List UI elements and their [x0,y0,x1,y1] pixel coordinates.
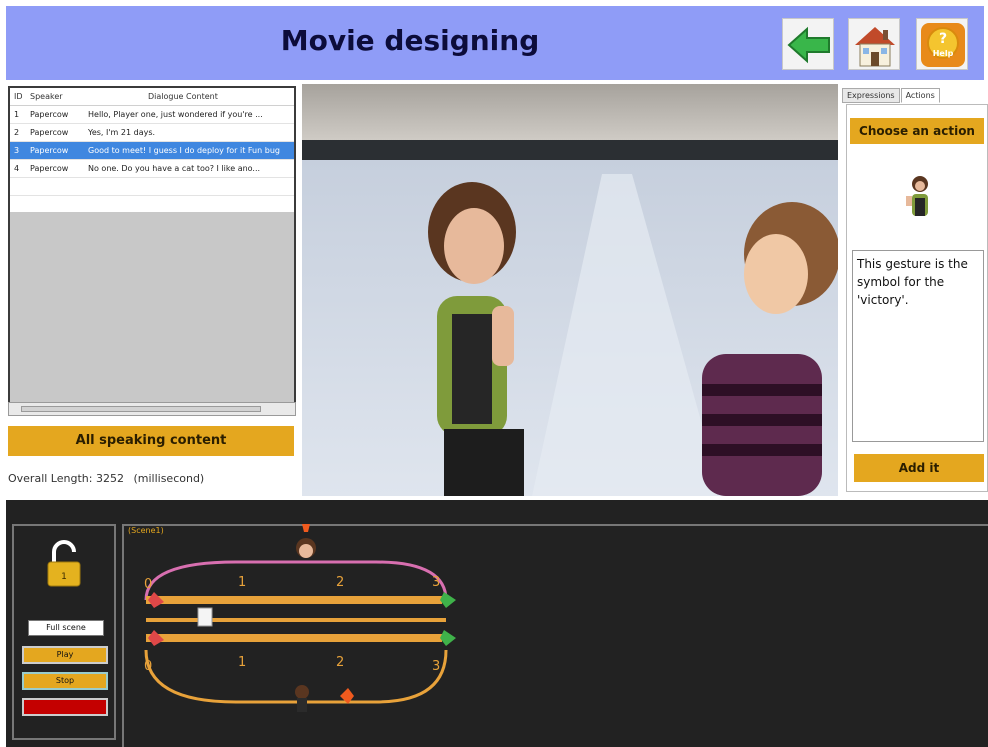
header-bar: Movie designing ? Help [6,6,984,80]
tick-label: 1 [238,575,246,590]
tick-label: 3 [432,575,440,590]
overall-length-readout: Overall Length: 3252 (millisecond) [8,472,204,485]
timeline-panel: 1 Full scene Play Stop (Scene1) 0 1 2 3 [6,500,988,747]
actions-panel: Expressions Actions Choose an action Thi… [842,84,988,496]
panel-tabs: Expressions Actions [842,88,941,103]
back-arrow-icon [787,26,830,64]
start-marker-icon[interactable] [148,630,164,646]
row-content: Hello, Player one, just wondered if you'… [88,110,263,119]
row-content: No one. Do you have a cat too? I like an… [88,164,261,173]
column-header-speaker[interactable]: Speaker [30,92,88,101]
end-marker-icon[interactable] [440,592,456,608]
clear-button[interactable] [22,698,108,716]
row-content: Good to meet! I guess I do deploy for it… [88,146,280,155]
overall-length-value: 3252 [95,472,124,485]
table-header: ID Speaker Dialogue Content [10,88,294,106]
lock-number: 1 [61,572,67,582]
column-header-content[interactable]: Dialogue Content [88,92,294,101]
table-empty-row [10,178,294,196]
row-id: 4 [14,164,20,173]
tick-label: 2 [336,655,344,670]
help-button[interactable]: ? Help [916,18,968,70]
girl-track-avatar-icon[interactable] [296,524,316,558]
scene-image [302,84,840,496]
all-speaking-content-button[interactable]: All speaking content [8,426,294,456]
table-row-selected[interactable]: 3 Papercow Good to meet! I guess I do de… [10,142,294,160]
victory-gesture-avatar-icon [906,176,928,216]
row-speaker: Papercow [30,128,69,137]
table-row[interactable]: 4 Papercow No one. Do you have a cat too… [10,160,294,178]
play-button[interactable]: Play [22,646,108,664]
scene-viewport[interactable] [302,84,840,496]
boy-track-avatar-icon[interactable] [295,685,309,712]
home-icon [855,27,895,67]
table-row[interactable]: 1 Papercow Hello, Player one, just wonde… [10,106,294,124]
timeline-tracks[interactable]: 0 1 2 3 0 1 2 3 [126,520,486,730]
row-id: 2 [14,128,20,137]
end-marker-icon[interactable] [440,630,456,646]
padlock-open-icon[interactable]: 1 [44,540,84,590]
stop-button[interactable]: Stop [22,672,108,690]
choose-action-button[interactable]: Choose an action [850,118,984,144]
horizontal-scrollbar[interactable] [8,402,296,416]
playback-controls: 1 Full scene Play Stop [12,524,116,740]
tick-label: 3 [432,659,440,674]
tick-label: 0 [144,577,152,592]
back-button[interactable] [782,18,834,70]
tick-label: 2 [336,575,344,590]
help-icon: ? Help [921,23,965,67]
tab-actions[interactable]: Actions [900,88,940,103]
playhead-icon[interactable] [197,607,213,627]
tick-label: 1 [238,655,246,670]
row-speaker: Papercow [30,110,69,119]
gesture-description: This gesture is the symbol for the 'vict… [852,250,984,442]
row-speaker: Papercow [30,164,69,173]
svg-text:?: ? [939,31,947,47]
page-title: Movie designing [280,24,540,57]
add-it-button[interactable]: Add it [854,454,984,482]
row-speaker: Papercow [30,146,69,155]
table-row[interactable]: 2 Papercow Yes, I'm 21 days. [10,124,294,142]
row-id: 1 [14,110,20,119]
dialogue-table: ID Speaker Dialogue Content 1 Papercow H… [8,86,296,404]
home-button[interactable] [848,18,900,70]
row-content: Yes, I'm 21 days. [88,128,156,137]
full-scene-button[interactable]: Full scene [28,620,104,636]
column-header-id[interactable]: ID [10,92,30,101]
start-marker-icon[interactable] [148,592,164,608]
table-empty-row [10,196,294,212]
tick-label: 0 [144,659,152,674]
tab-expressions[interactable]: Expressions [842,88,900,103]
help-label: Help [933,49,954,58]
app-window: Movie designing ? Help ID Speaker Dialog… [0,0,988,747]
overall-length-label: Overall Length: [8,472,93,485]
scrollbar-thumb[interactable] [21,406,261,412]
action-preview-thumbnail[interactable] [902,174,938,220]
overall-length-unit: (millisecond) [133,472,205,485]
dialogue-panel: ID Speaker Dialogue Content 1 Papercow H… [6,84,298,496]
row-id: 3 [14,146,20,155]
